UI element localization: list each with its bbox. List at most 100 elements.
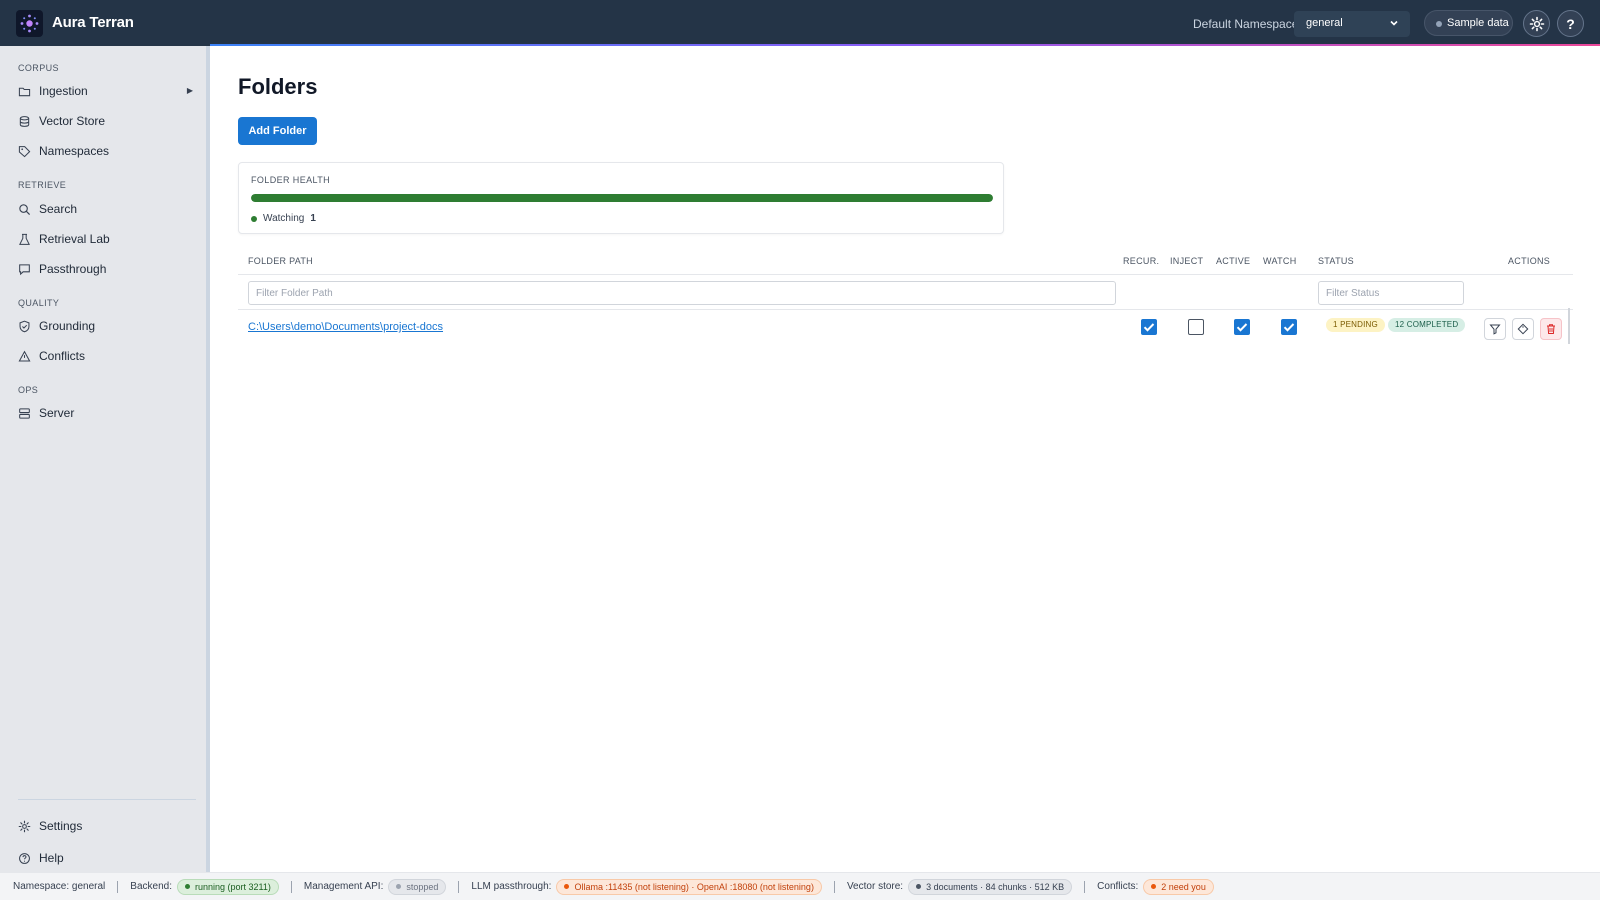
section-label-retrieve: RETRIEVE (18, 180, 67, 190)
status-conflicts-value: 2 need you (1161, 881, 1206, 892)
help-icon: ? (1566, 15, 1575, 32)
column-header-watch[interactable]: WATCH (1263, 256, 1297, 266)
sidebar-item-passthrough[interactable]: Passthrough (18, 257, 193, 281)
status-mgmt-value: stopped (406, 881, 439, 892)
sidebar-item-conflicts[interactable]: Conflicts (18, 344, 193, 368)
sidebar-item-ingestion[interactable]: Ingestion ▶ (18, 79, 193, 103)
server-icon (19, 407, 30, 419)
watch-checkbox[interactable] (1281, 319, 1297, 335)
sidebar-item-label: Help (39, 851, 64, 865)
active-checkbox[interactable] (1234, 319, 1250, 335)
status-mgmt-pill[interactable]: stopped (388, 878, 447, 895)
warning-icon (18, 350, 31, 361)
sidebar-item-label: Retrieval Lab (39, 232, 110, 246)
status-namespace: Namespace: general (13, 881, 106, 892)
status-dot (184, 884, 190, 889)
tag-icon (18, 145, 31, 157)
status-badge-completed: 12 COMPLETED (1388, 318, 1466, 332)
status-separator (1084, 880, 1086, 893)
add-folder-button[interactable]: Add Folder (238, 117, 317, 145)
column-header-inject[interactable]: INJECT (1170, 256, 1203, 266)
help-button[interactable]: ? (1557, 10, 1584, 37)
namespace-select[interactable]: general (1294, 11, 1410, 37)
sidebar-item-help[interactable]: Help (18, 846, 193, 870)
column-header-folder-path[interactable]: FOLDER PATH (248, 256, 313, 266)
status-llm-label: LLM passthrough: (471, 881, 552, 892)
sidebar-item-grounding[interactable]: Grounding (18, 314, 193, 338)
settings-button[interactable] (1523, 10, 1550, 37)
status-dot (1151, 884, 1157, 889)
trash-icon (1547, 324, 1555, 334)
sidebar-item-label: Search (39, 202, 78, 216)
sample-data-toggle[interactable]: Sample data (1424, 10, 1513, 36)
sidebar-item-settings[interactable]: Settings (18, 814, 193, 838)
status-conflicts-label: Conflicts: (1097, 881, 1139, 892)
page-title: Folders (238, 74, 318, 99)
main-content: Folders Add Folder FOLDER HEALTH Watchin… (214, 46, 1600, 872)
sidebar-item-label: Grounding (39, 319, 96, 333)
sidebar-item-label: Server (39, 406, 75, 420)
brand-name[interactable]: Aura Terran (52, 14, 134, 31)
status-vector-value: 3 documents · 84 chunks · 512 KB (926, 881, 1065, 892)
aura-logo-icon[interactable] (16, 10, 43, 37)
status-conflicts-pill[interactable]: 2 need you (1143, 878, 1214, 895)
sidebar-item-label: Namespaces (39, 144, 110, 158)
sidebar-item-label: Conflicts (39, 349, 86, 363)
folder-health-card: FOLDER HEALTH Watching 1 (238, 162, 1004, 234)
shield-check-icon (19, 320, 30, 332)
status-vector-pill[interactable]: 3 documents · 84 chunks · 512 KB (908, 878, 1073, 895)
inject-checkbox[interactable] (1188, 319, 1204, 335)
filter-icon (1489, 324, 1501, 335)
status-bar: Namespace: general Backend: running (por… (0, 872, 1600, 900)
sidebar-item-namespaces[interactable]: Namespaces (18, 139, 193, 163)
section-label-quality: QUALITY (18, 298, 60, 308)
status-separator (833, 880, 835, 893)
expand-arrow-icon: ▶ (186, 86, 193, 95)
gear-icon (1529, 16, 1544, 31)
folder-path-link[interactable]: C:\Users\demo\Documents\project-docs (248, 321, 443, 333)
sidebar-item-label: Vector Store (39, 114, 106, 128)
status-llm-value: Ollama :11435 (not listening) · OpenAI :… (574, 881, 814, 892)
sidebar-divider (18, 799, 196, 800)
status-separator (117, 880, 119, 893)
check-icon (1143, 323, 1155, 332)
column-header-recur[interactable]: RECUR. (1123, 256, 1159, 266)
status-mgmt-label: Management API: (303, 881, 384, 892)
watching-count: 1 (310, 213, 316, 224)
tag-action-button[interactable] (1512, 318, 1534, 340)
check-icon (1236, 323, 1248, 332)
sample-data-label: Sample data (1447, 17, 1509, 29)
status-backend-pill[interactable]: running (port 3211) (176, 878, 279, 895)
folder-icon (18, 87, 31, 96)
health-legend-watching: Watching 1 (251, 213, 316, 224)
sidebar-item-retrieval-lab[interactable]: Retrieval Lab (18, 227, 193, 251)
sidebar-item-search[interactable]: Search (18, 197, 193, 221)
check-icon (1283, 323, 1295, 332)
delete-folder-button[interactable] (1540, 318, 1562, 340)
column-header-status[interactable]: STATUS (1318, 256, 1354, 266)
section-label-corpus: CORPUS (18, 63, 59, 73)
sidebar: CORPUS Ingestion ▶ Vector Store Namespac… (0, 46, 210, 872)
status-llm-pill[interactable]: Ollama :11435 (not listening) · OpenAI :… (556, 878, 822, 895)
status-vector-label: Vector store: (846, 881, 904, 892)
filter-status-input[interactable] (1318, 281, 1464, 305)
recursive-checkbox[interactable] (1141, 319, 1157, 335)
chevron-down-icon (1390, 20, 1398, 26)
namespace-label: Default Namespace (1193, 17, 1299, 31)
column-header-active[interactable]: ACTIVE (1216, 256, 1250, 266)
filter-action-button[interactable] (1484, 318, 1506, 340)
help-circle-icon (19, 852, 30, 864)
status-badge-pending: 1 PENDING (1326, 318, 1385, 332)
sidebar-item-vector-store[interactable]: Vector Store (18, 109, 193, 133)
message-icon (19, 263, 30, 275)
sidebar-item-label: Ingestion (39, 84, 88, 98)
sidebar-item-label: Passthrough (39, 262, 107, 276)
header-divider (238, 274, 1573, 275)
table-scrollbar[interactable] (1568, 308, 1570, 344)
folder-health-bar-fill (251, 194, 993, 202)
top-bar: Aura Terran Default Namespace general Sa… (0, 0, 1600, 46)
sidebar-item-server[interactable]: Server (18, 401, 193, 425)
status-separator (458, 880, 460, 893)
search-icon (19, 203, 31, 215)
filter-folder-path-input[interactable] (248, 281, 1116, 305)
